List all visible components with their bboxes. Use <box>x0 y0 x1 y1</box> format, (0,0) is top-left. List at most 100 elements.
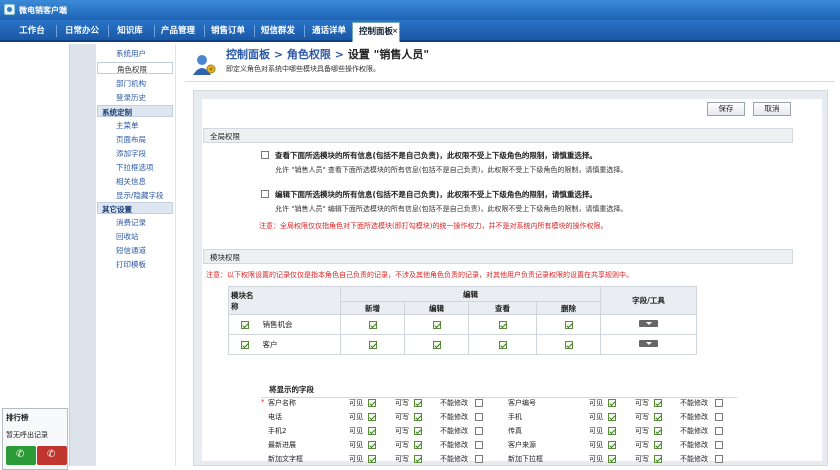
writable-checkbox[interactable] <box>414 399 422 407</box>
perm-edit-checkbox[interactable] <box>432 341 441 349</box>
visible-checkbox[interactable] <box>608 455 616 463</box>
expand-fields-icon[interactable] <box>639 320 658 327</box>
sidebar-item-recycle-bin[interactable]: 回收站 <box>116 231 139 242</box>
visible-checkbox[interactable] <box>368 455 376 463</box>
writable-label: 可写 <box>635 441 649 449</box>
sidebar-item-print-template[interactable]: 打印模板 <box>116 259 146 270</box>
nav-divider <box>108 25 109 37</box>
visible-checkbox[interactable] <box>368 441 376 449</box>
visible-label: 可见 <box>349 455 363 463</box>
writable-checkbox[interactable] <box>654 441 662 449</box>
nav-sms[interactable]: 短信群发 <box>256 20 300 42</box>
sidebar-item-page-layout[interactable]: 页面布局 <box>116 134 146 145</box>
perm-new-checkbox[interactable] <box>368 321 377 329</box>
visible-checkbox[interactable] <box>368 413 376 421</box>
nav-sales-orders[interactable]: 销售订单 <box>206 20 250 42</box>
close-icon[interactable]: × <box>392 22 398 40</box>
rank-title: 排行榜 <box>6 413 29 422</box>
field-label: 传真 <box>508 427 522 435</box>
expand-fields-icon[interactable] <box>639 340 658 347</box>
global-note: 注意：全局权限仅仅指角色对下面所选模块(即打勾模块)的统一操作权力，并不是对系统… <box>259 222 608 230</box>
writable-label: 可写 <box>395 455 409 463</box>
title-bar: 微电销客户端 <box>0 0 840 20</box>
edit-all-checkbox[interactable] <box>261 190 269 198</box>
readonly-checkbox[interactable] <box>475 427 483 435</box>
save-button[interactable]: 保存 <box>707 102 745 116</box>
tab-control-panel[interactable]: 控制面板 × <box>352 22 400 42</box>
sidebar-item-dropdown-options[interactable]: 下拉框选项 <box>116 162 154 173</box>
header-edit: 编辑 <box>404 301 469 315</box>
readonly-label: 不能修改 <box>680 399 708 407</box>
module-name: 销售机会 <box>260 314 341 335</box>
perm-new-checkbox[interactable] <box>368 341 377 349</box>
field-label: 新加下拉框 <box>508 455 543 463</box>
writable-label: 可写 <box>635 399 649 407</box>
readonly-checkbox[interactable] <box>715 427 723 435</box>
nav-call-records[interactable]: 通话详单 <box>306 20 352 42</box>
sidebar-item-main-menu[interactable]: 主菜单 <box>116 120 139 131</box>
writable-checkbox[interactable] <box>654 455 662 463</box>
visible-checkbox[interactable] <box>608 427 616 435</box>
readonly-checkbox[interactable] <box>475 441 483 449</box>
writable-label: 可写 <box>635 427 649 435</box>
sidebar-item-system-users[interactable]: 系统用户 <box>116 48 146 59</box>
writable-checkbox[interactable] <box>654 427 662 435</box>
sidebar-item-add-field[interactable]: 添加字段 <box>116 148 146 159</box>
sidebar-item-show-hide-fields[interactable]: 显示/隐藏字段 <box>116 190 164 201</box>
writable-checkbox[interactable] <box>414 427 422 435</box>
perm-view-checkbox[interactable] <box>498 321 507 329</box>
field-label: 新加文字框 <box>268 455 303 463</box>
sidebar-item-role-permissions[interactable]: 角色权限 <box>97 62 173 74</box>
header-new: 新增 <box>340 301 405 315</box>
nav-workbench[interactable]: 工作台 <box>10 20 54 42</box>
nav-products[interactable]: 产品管理 <box>156 20 200 42</box>
breadcrumb-control-panel[interactable]: 控制面板 <box>226 48 270 61</box>
writable-checkbox[interactable] <box>654 399 662 407</box>
perm-edit-checkbox[interactable] <box>432 321 441 329</box>
visible-checkbox[interactable] <box>608 399 616 407</box>
sidebar-item-departments[interactable]: 部门机构 <box>116 78 146 89</box>
writable-checkbox[interactable] <box>414 413 422 421</box>
perm-delete-checkbox[interactable] <box>564 321 573 329</box>
table-header-row: 模块名称 编辑 字段/工具 <box>228 286 697 315</box>
visible-checkbox[interactable] <box>608 413 616 421</box>
visible-label: 可见 <box>589 427 603 435</box>
readonly-checkbox[interactable] <box>475 455 483 463</box>
readonly-checkbox[interactable] <box>715 455 723 463</box>
writable-checkbox[interactable] <box>414 441 422 449</box>
cancel-button[interactable]: 取消 <box>753 102 791 116</box>
sidebar-item-related-info[interactable]: 相关信息 <box>116 176 146 187</box>
sidebar-item-consumption[interactable]: 消费记录 <box>116 217 146 228</box>
readonly-checkbox[interactable] <box>715 441 723 449</box>
visible-checkbox[interactable] <box>368 427 376 435</box>
page-title: 设置 "销售人员" <box>347 48 430 61</box>
view-all-checkbox[interactable] <box>261 151 269 159</box>
readonly-checkbox[interactable] <box>475 413 483 421</box>
readonly-label: 不能修改 <box>680 413 708 421</box>
row-select-cell <box>228 334 261 355</box>
writable-checkbox[interactable] <box>414 455 422 463</box>
table-row: 销售机会 <box>228 314 697 335</box>
call-button[interactable]: ✆ <box>6 446 36 465</box>
nav-knowledge-base[interactable]: 知识库 <box>110 20 150 42</box>
perm-delete-checkbox[interactable] <box>564 341 573 349</box>
module-enable-checkbox[interactable] <box>240 341 249 349</box>
perm-view-checkbox[interactable] <box>498 341 507 349</box>
hangup-button[interactable]: ✆ <box>37 446 67 465</box>
visible-checkbox[interactable] <box>368 399 376 407</box>
breadcrumb-role-permissions[interactable]: 角色权限 <box>287 48 331 61</box>
readonly-checkbox[interactable] <box>715 399 723 407</box>
readonly-checkbox[interactable] <box>715 413 723 421</box>
edit-all-title: 编辑下面所选模块的所有信息(包括不是自己负责)，此权限不受上下级角色的限制，请慎… <box>275 190 597 199</box>
visible-checkbox[interactable] <box>608 441 616 449</box>
phone-icon: ✆ <box>16 449 25 460</box>
nav-daily-office[interactable]: 日常办公 <box>58 20 106 42</box>
sidebar-section-customization: 系统定制 <box>97 105 173 117</box>
rank-empty-text: 暂无呼出记录 <box>6 431 48 439</box>
readonly-checkbox[interactable] <box>475 399 483 407</box>
module-enable-checkbox[interactable] <box>240 321 249 329</box>
sidebar-item-login-history[interactable]: 登录历史 <box>116 92 146 103</box>
rank-box: 排行榜 暂无呼出记录 ✆ ✆ <box>2 408 68 470</box>
writable-checkbox[interactable] <box>654 413 662 421</box>
sidebar-item-sms-channel[interactable]: 短信通道 <box>116 245 146 256</box>
